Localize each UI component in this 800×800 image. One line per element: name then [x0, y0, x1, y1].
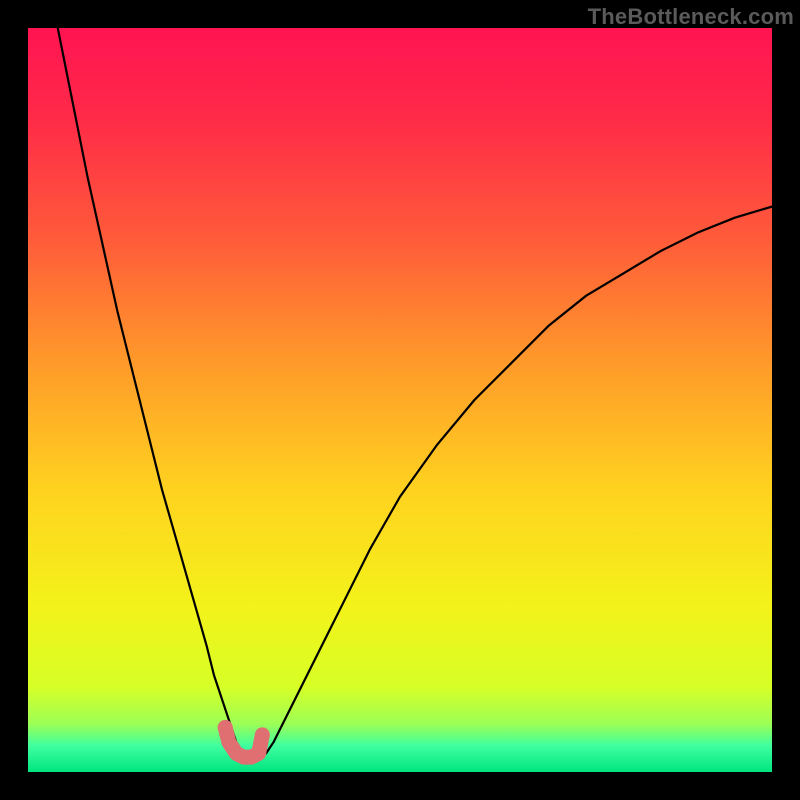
plot-area	[28, 28, 772, 772]
watermark-text: TheBottleneck.com	[588, 4, 794, 30]
outer-frame: TheBottleneck.com	[0, 0, 800, 800]
chart-svg	[28, 28, 772, 772]
